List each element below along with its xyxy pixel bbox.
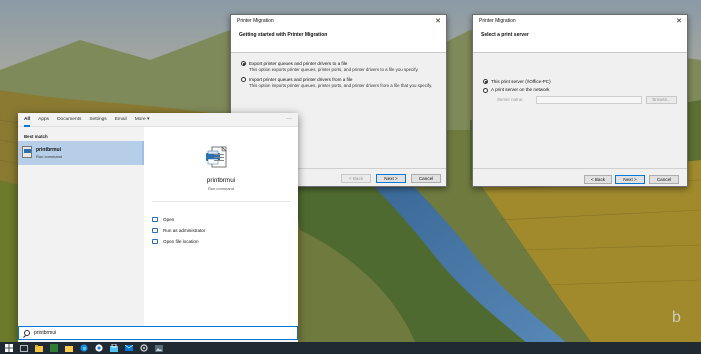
printer-app-icon — [22, 146, 32, 158]
dialog-body: Export printer queues and printer driver… — [231, 53, 446, 101]
close-icon[interactable]: ✕ — [430, 15, 446, 27]
close-icon[interactable]: ✕ — [671, 15, 687, 27]
server-name-label: Server name: — [497, 97, 524, 103]
search-filter-tabs: All Apps Documents Settings Email More ▾ — [18, 113, 298, 127]
shield-icon — [152, 228, 158, 233]
radio-this-server-label: This print server (\\Office-PC) — [491, 79, 551, 84]
browse-button[interactable]: Browse... — [646, 95, 678, 104]
divider — [152, 201, 290, 202]
dialog-heading: Select a print server — [481, 32, 529, 38]
settings-icon[interactable] — [139, 344, 148, 352]
dialog-header: Select a print server — [473, 27, 687, 53]
next-button[interactable]: Next > — [376, 174, 406, 183]
radio-import-description: This option imports printer queues, prin… — [249, 83, 433, 89]
result-type: Run command — [36, 154, 63, 159]
start-search-panel: All Apps Documents Settings Email More ▾… — [18, 113, 298, 342]
search-input[interactable]: printbrmui — [34, 330, 56, 336]
store-icon[interactable] — [109, 344, 118, 352]
back-button[interactable]: < Back — [584, 175, 612, 184]
dialog-body: This print server (\\Office-PC) A print … — [473, 53, 687, 112]
result-detail-pane: printbrmui Run command Open Run as admin… — [144, 127, 298, 332]
browser-icon[interactable] — [94, 344, 103, 352]
app-icon[interactable] — [49, 344, 58, 352]
open-icon — [152, 217, 158, 222]
mail-icon[interactable] — [124, 344, 133, 352]
folder-icon[interactable] — [64, 344, 73, 352]
results-list: Best match printbrmui Run command → — [18, 127, 159, 342]
radio-export-label: Export printer queues and printer driver… — [249, 61, 348, 66]
detail-name: printbrmui — [206, 177, 236, 184]
tab-all[interactable]: All — [24, 113, 31, 127]
tab-apps[interactable]: Apps — [38, 113, 49, 127]
radio-import[interactable]: Import printer queues and printer driver… — [241, 76, 436, 83]
task-view-icon[interactable] — [19, 344, 28, 352]
dialog-title: Printer Migration — [479, 18, 516, 24]
cancel-button[interactable]: Cancel — [649, 175, 679, 184]
dialog-header: Getting started with Printer Migration — [231, 27, 446, 53]
action-open[interactable]: Open — [152, 217, 174, 222]
more-options-icon[interactable]: ··· — [286, 116, 292, 122]
radio-unselected-icon[interactable] — [483, 87, 488, 93]
radio-selected-icon[interactable] — [483, 79, 488, 85]
tab-documents[interactable]: Documents — [57, 113, 81, 127]
action-open-file-location[interactable]: Open file location — [152, 239, 199, 244]
dialog-title-bar[interactable]: Printer Migration ✕ — [473, 15, 687, 27]
action-run-as-admin-label: Run as administrator — [163, 228, 206, 233]
folder-icon — [152, 239, 158, 244]
server-name-input[interactable] — [535, 95, 643, 104]
printer-migration-dialog-server: Printer Migration ✕ Select a print serve… — [472, 14, 688, 187]
edge-icon[interactable] — [79, 344, 88, 352]
best-match-result[interactable]: printbrmui Run command — [18, 141, 142, 165]
cancel-button[interactable]: Cancel — [411, 174, 441, 183]
taskbar-search-box[interactable]: printbrmui — [18, 326, 298, 340]
photos-icon[interactable] — [154, 344, 163, 352]
dialog-title-bar[interactable]: Printer Migration ✕ — [231, 15, 446, 27]
radio-export[interactable]: Export printer queues and printer driver… — [241, 61, 436, 67]
tab-settings[interactable]: Settings — [89, 113, 106, 127]
printer-app-large-icon — [206, 146, 227, 168]
tab-more[interactable]: More ▾ — [135, 113, 150, 127]
svg-text:b: b — [672, 309, 681, 326]
radio-selected-icon[interactable] — [241, 61, 246, 67]
detail-type: Run command — [207, 186, 234, 191]
windows-icon[interactable] — [4, 344, 13, 352]
back-button[interactable]: < Back — [341, 174, 371, 183]
next-button[interactable]: Next > — [615, 175, 645, 184]
divider — [473, 168, 687, 169]
dialog-heading: Getting started with Printer Migration — [239, 32, 328, 38]
taskbar — [0, 342, 701, 354]
result-name: printbrmui — [36, 147, 61, 153]
radio-network-server-label: A print server on the network — [491, 87, 550, 93]
action-open-file-location-label: Open file location — [163, 239, 199, 244]
radio-unselected-icon[interactable] — [241, 77, 246, 83]
radio-export-description: This option exports printer queues, prin… — [249, 67, 419, 73]
radio-import-label: Import printer queues and printer driver… — [249, 76, 353, 82]
tab-email[interactable]: Email — [115, 113, 127, 127]
server-name-row: Server name: Browse... — [497, 95, 678, 104]
radio-network-server[interactable]: A print server on the network — [483, 87, 677, 93]
search-icon — [24, 330, 30, 336]
action-run-as-admin[interactable]: Run as administrator — [152, 228, 205, 233]
dialog-title: Printer Migration — [237, 18, 274, 24]
file-explorer-icon[interactable] — [34, 344, 43, 352]
radio-this-server[interactable]: This print server (\\Office-PC) — [483, 79, 677, 85]
action-open-label: Open — [163, 217, 175, 222]
